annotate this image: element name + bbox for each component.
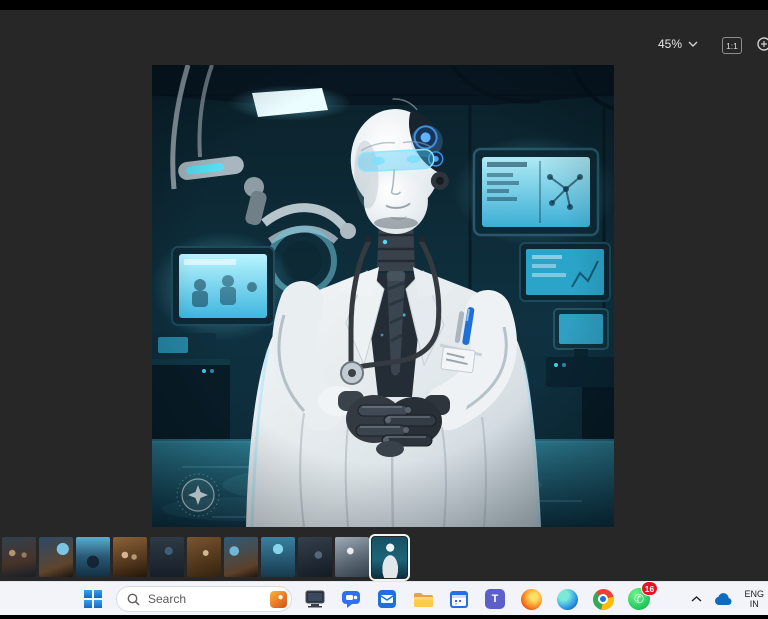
filmstrip-thumbnail[interactable] bbox=[187, 537, 221, 577]
filmstrip-thumbnail[interactable] bbox=[335, 537, 369, 577]
chrome-icon bbox=[592, 588, 614, 610]
taskbar-app-file-explorer[interactable] bbox=[410, 586, 436, 612]
outlook-icon bbox=[378, 590, 396, 608]
filmstrip-thumbnail[interactable] bbox=[76, 537, 110, 577]
filmstrip-thumbnail[interactable] bbox=[39, 537, 73, 577]
filmstrip-thumbnail[interactable] bbox=[2, 537, 36, 577]
tray-chevron-up-icon[interactable] bbox=[691, 596, 702, 602]
filmstrip-thumbnail[interactable] bbox=[224, 537, 258, 577]
zoom-in-icon[interactable] bbox=[756, 36, 768, 54]
filmstrip-thumbnail-selected[interactable] bbox=[369, 533, 410, 581]
language-line2: IN bbox=[749, 599, 759, 609]
language-indicator[interactable]: ENG IN bbox=[744, 589, 764, 610]
calendar-icon bbox=[450, 591, 468, 608]
taskbar-app-edge[interactable] bbox=[554, 586, 580, 612]
photo-canvas[interactable] bbox=[152, 65, 614, 527]
screen-bottom-edge bbox=[0, 615, 768, 619]
search-placeholder: Search bbox=[148, 592, 187, 606]
edge-icon bbox=[556, 588, 578, 610]
taskbar: Search T ✆ 16 ENG IN bbox=[0, 581, 768, 616]
filmstrip bbox=[2, 533, 410, 581]
zoom-level-control[interactable]: 45% bbox=[658, 37, 698, 51]
firefox-icon bbox=[520, 588, 542, 610]
chat-icon bbox=[342, 591, 360, 608]
filmstrip-thumbnail[interactable] bbox=[261, 537, 295, 577]
onedrive-icon[interactable] bbox=[713, 592, 733, 606]
taskbar-app-outlook[interactable] bbox=[374, 586, 400, 612]
start-button[interactable] bbox=[80, 586, 106, 612]
vignette bbox=[152, 65, 614, 527]
pc-monitor-icon bbox=[305, 590, 325, 608]
actual-size-label: 1:1 bbox=[726, 40, 738, 51]
chevron-down-icon[interactable] bbox=[688, 41, 698, 47]
teams-icon: T bbox=[485, 589, 505, 609]
taskbar-app-teams[interactable]: T bbox=[482, 586, 508, 612]
taskbar-app-calendar[interactable] bbox=[446, 586, 472, 612]
system-tray: ENG IN bbox=[691, 582, 764, 616]
filmstrip-thumbnail[interactable] bbox=[113, 537, 147, 577]
taskbar-app-chrome[interactable] bbox=[590, 586, 616, 612]
windows-logo-icon bbox=[84, 590, 102, 608]
search-highlight-icon[interactable] bbox=[270, 590, 287, 608]
search-icon bbox=[127, 593, 140, 606]
taskbar-app-pc[interactable] bbox=[302, 586, 328, 612]
phone-glyph: ✆ bbox=[633, 592, 645, 606]
taskbar-app-chat[interactable] bbox=[338, 586, 364, 612]
file-explorer-icon bbox=[414, 592, 433, 607]
robot-doctor-illustration bbox=[152, 65, 614, 527]
window-title-bar bbox=[0, 0, 768, 10]
zoom-level-value: 45% bbox=[657, 37, 682, 51]
filmstrip-thumbnail[interactable] bbox=[150, 537, 184, 577]
actual-size-button[interactable]: 1:1 bbox=[722, 37, 742, 54]
search-input[interactable]: Search bbox=[116, 586, 292, 612]
taskbar-app-firefox[interactable] bbox=[518, 586, 544, 612]
filmstrip-thumbnail[interactable] bbox=[298, 537, 332, 577]
language-line1: ENG bbox=[744, 588, 764, 599]
taskbar-app-whatsapp[interactable]: ✆ 16 bbox=[626, 581, 658, 612]
notification-badge: 16 bbox=[641, 581, 658, 596]
